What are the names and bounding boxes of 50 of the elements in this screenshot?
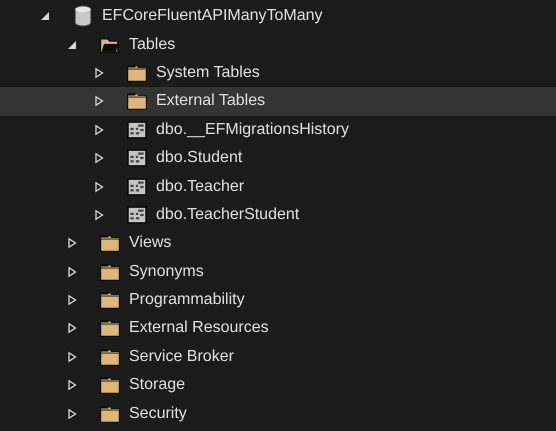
expand-arrow-icon[interactable] bbox=[94, 180, 104, 193]
expand-arrow-icon[interactable] bbox=[67, 408, 77, 420]
expand-arrow-icon[interactable] bbox=[94, 208, 104, 221]
tree-item-label: Tables bbox=[129, 36, 176, 54]
tree-item-label: dbo.Student bbox=[156, 149, 242, 168]
tree-item[interactable]: Programmability bbox=[0, 286, 556, 314]
tree-item[interactable]: dbo.Teacher bbox=[0, 172, 556, 201]
tree-item[interactable]: Storage bbox=[0, 371, 556, 400]
tree-item-label: Security bbox=[129, 404, 187, 423]
expand-arrow-icon[interactable] bbox=[67, 266, 77, 278]
expand-arrow-icon[interactable] bbox=[67, 379, 77, 392]
tree-item-label: External Resources bbox=[129, 319, 269, 338]
table-icon bbox=[126, 204, 148, 226]
expand-arrow-icon[interactable] bbox=[67, 322, 77, 334]
tree-item-label: Views bbox=[129, 234, 172, 252]
expand-arrow-icon[interactable] bbox=[67, 350, 77, 363]
tree-item-label: Programmability bbox=[129, 291, 245, 310]
tree-item[interactable]: System Tables bbox=[0, 58, 556, 88]
tree-item-label: Service Broker bbox=[129, 348, 234, 366]
tree-item[interactable]: Tables bbox=[0, 30, 556, 59]
tree-item-label: Storage bbox=[129, 376, 186, 394]
tree-item-label: External Tables bbox=[156, 92, 266, 110]
table-icon bbox=[126, 147, 148, 170]
expand-arrow-icon[interactable] bbox=[94, 95, 104, 108]
tree-item[interactable]: Synonyms bbox=[0, 258, 556, 286]
expand-arrow-icon[interactable] bbox=[67, 237, 77, 250]
collapse-arrow-icon[interactable] bbox=[40, 10, 50, 22]
tree-item[interactable]: Views bbox=[0, 229, 556, 258]
table-icon bbox=[126, 176, 148, 198]
tree-item[interactable]: dbo.TeacherStudent bbox=[0, 200, 556, 230]
tree-item[interactable]: External Resources bbox=[0, 314, 556, 343]
tree-item-label: dbo.Teacher bbox=[156, 178, 244, 196]
expand-arrow-icon[interactable] bbox=[67, 294, 77, 306]
tree-item[interactable]: EFCoreFluentAPIManyToMany bbox=[0, 2, 556, 30]
expand-arrow-icon[interactable] bbox=[94, 152, 104, 164]
tree-item[interactable]: External Tables bbox=[0, 87, 556, 116]
expand-arrow-icon[interactable] bbox=[94, 66, 104, 79]
tree-item[interactable]: Security bbox=[0, 399, 556, 428]
tree-item[interactable]: Service Broker bbox=[0, 342, 556, 372]
tree-item-label: EFCoreFluentAPIManyToMany bbox=[102, 7, 323, 26]
tree-item-label: System Tables bbox=[156, 64, 260, 82]
tree-item[interactable]: dbo.__EFMigrationsHistory bbox=[0, 116, 556, 144]
database-icon bbox=[72, 5, 94, 28]
collapse-arrow-icon[interactable] bbox=[67, 38, 77, 51]
expand-arrow-icon[interactable] bbox=[94, 124, 104, 136]
tree-item-label: dbo.TeacherStudent bbox=[156, 206, 300, 224]
tree-item[interactable]: dbo.Student bbox=[0, 144, 556, 172]
tree-item-label: Synonyms bbox=[129, 262, 204, 281]
tree-item-label: dbo.__EFMigrationsHistory bbox=[156, 120, 349, 139]
table-icon bbox=[126, 118, 148, 141]
